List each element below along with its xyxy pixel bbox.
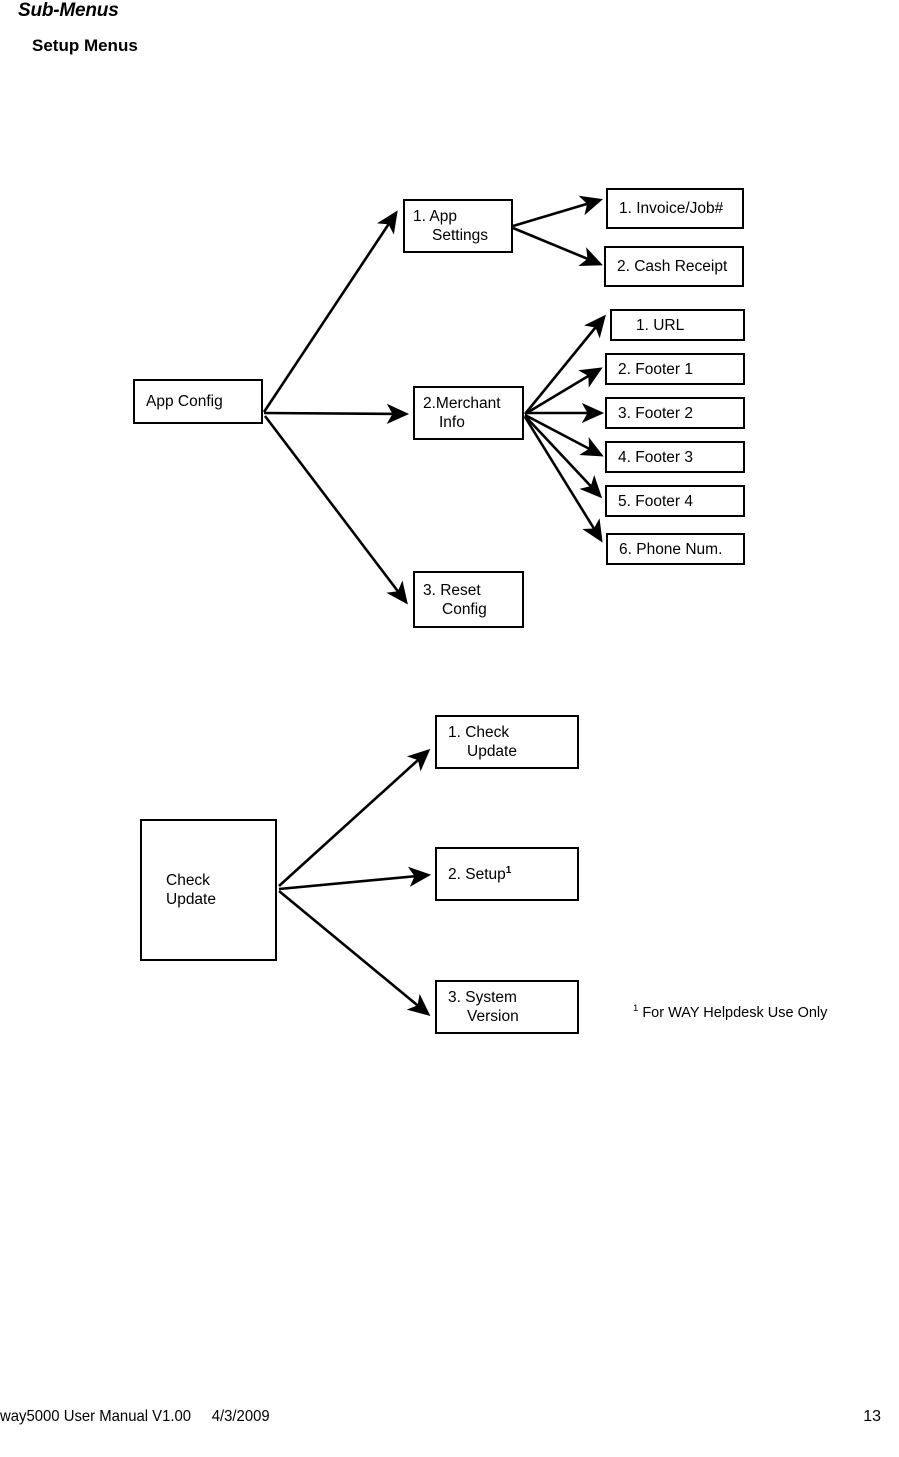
node-label-line1: Check: [166, 872, 210, 889]
node-label-line2: Info: [439, 414, 465, 431]
node-merchant-info[interactable]: 2.Merchant Info: [413, 386, 524, 440]
node-label: 2. Cash Receipt: [617, 258, 728, 275]
node-label-line1: 2.Merchant: [423, 395, 501, 412]
node-phone-num[interactable]: 6. Phone Num.: [606, 533, 745, 565]
node-setup[interactable]: 2. Setup1: [435, 847, 579, 901]
node-label-line1: 1. Check: [448, 724, 510, 741]
node-app-settings[interactable]: 1. App Settings: [403, 199, 513, 253]
node-label-line2: Version: [467, 1008, 519, 1025]
node-label-line1: 2. Setup1: [448, 865, 577, 884]
node-label: 3. Footer 2: [618, 404, 693, 422]
node-label-line2: Settings: [432, 227, 489, 244]
node-label-line2: Config: [442, 600, 487, 618]
node-reset-config[interactable]: 3. Reset Config: [413, 571, 524, 628]
node-footer-4[interactable]: 5. Footer 4: [605, 485, 745, 517]
node-system-version[interactable]: 3. System Version: [435, 980, 579, 1034]
node-check-update-root[interactable]: Check Update: [140, 819, 277, 961]
node-label: 4. Footer 3: [618, 448, 693, 466]
node-footer-3[interactable]: 4. Footer 3: [605, 441, 745, 473]
document-page: Sub-Menus Setup Menus App Config 1. App …: [0, 0, 899, 1457]
node-label-line2: Update: [166, 891, 216, 908]
node-app-config[interactable]: App Config: [133, 379, 263, 424]
node-label: 6. Phone Num.: [619, 540, 723, 558]
footnote-text: For WAY Helpdesk Use Only: [638, 1005, 828, 1021]
node-label-line2: Update: [467, 743, 517, 760]
node-url[interactable]: 1. URL: [610, 309, 745, 341]
page-footer-left: way5000 User Manual V1.00 4/3/2009: [0, 1408, 270, 1425]
node-footer-2[interactable]: 3. Footer 2: [605, 397, 745, 429]
node-label-line1: 1. App: [413, 208, 457, 225]
node-setup-text: 2. Setup: [448, 865, 506, 883]
page-number: 13: [863, 1408, 881, 1425]
node-label: 2. Footer 1: [618, 360, 693, 378]
node-cash-receipt[interactable]: 2. Cash Receipt: [604, 246, 744, 287]
node-check-update-child[interactable]: 1. Check Update: [435, 715, 579, 769]
node-invoice-job[interactable]: 1. Invoice/Job#: [606, 188, 744, 229]
footnote: 1 For WAY Helpdesk Use Only: [633, 1004, 828, 1021]
node-label: 1. URL: [636, 316, 685, 334]
node-footer-1[interactable]: 2. Footer 1: [605, 353, 745, 385]
node-label: App Config: [146, 393, 223, 410]
node-label-line1: 3. System: [448, 989, 517, 1006]
node-label: 1. Invoice/Job#: [619, 200, 724, 217]
footnote-marker: 1: [505, 864, 512, 876]
node-label-line1: 3. Reset: [423, 581, 481, 599]
node-label: 5. Footer 4: [618, 492, 693, 510]
